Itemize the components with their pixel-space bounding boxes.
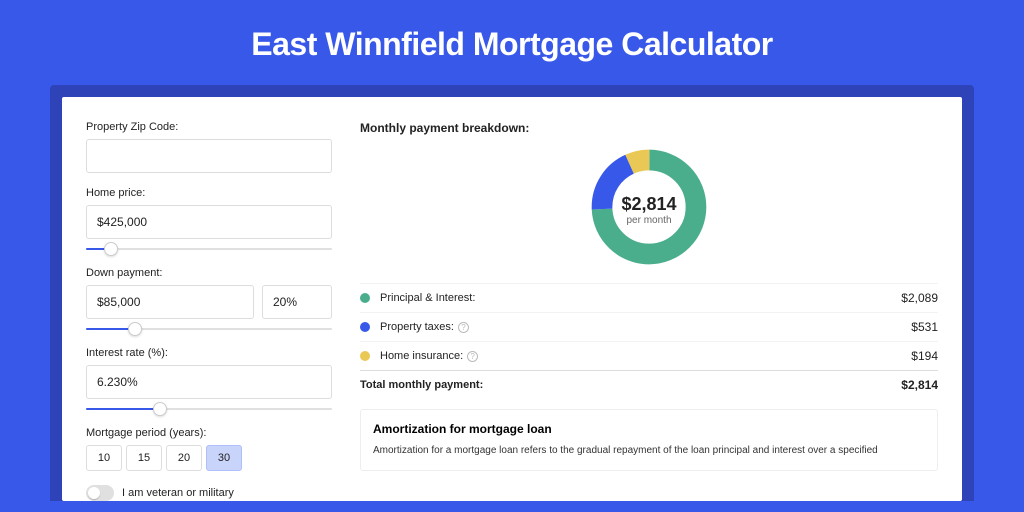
row-total-value: $2,814 xyxy=(901,378,938,392)
period-field: Mortgage period (years): 10 15 20 30 xyxy=(86,427,332,471)
dot-icon xyxy=(360,322,370,332)
amortization-title: Amortization for mortgage loan xyxy=(373,422,925,436)
veteran-label: I am veteran or military xyxy=(122,487,234,499)
zip-field: Property Zip Code: xyxy=(86,121,332,173)
row-insurance: Home insurance: ? $194 xyxy=(360,341,938,370)
row-total: Total monthly payment: $2,814 xyxy=(360,370,938,399)
zip-label: Property Zip Code: xyxy=(86,121,332,133)
interest-label: Interest rate (%): xyxy=(86,347,332,359)
veteran-toggle[interactable] xyxy=(86,485,114,501)
row-taxes: Property taxes: ? $531 xyxy=(360,312,938,341)
period-30[interactable]: 30 xyxy=(206,445,242,471)
period-10[interactable]: 10 xyxy=(86,445,122,471)
interest-field: Interest rate (%): xyxy=(86,347,332,399)
donut-value: $2,814 xyxy=(621,194,676,215)
amortization-box: Amortization for mortgage loan Amortizat… xyxy=(360,409,938,471)
home-price-input[interactable] xyxy=(86,205,332,239)
interest-slider[interactable] xyxy=(86,401,332,417)
dot-icon xyxy=(360,351,370,361)
row-principal-value: $2,089 xyxy=(901,291,938,305)
breakdown-title: Monthly payment breakdown: xyxy=(360,121,938,135)
calculator-card: Property Zip Code: Home price: Down paym… xyxy=(62,97,962,501)
amortization-desc: Amortization for a mortgage loan refers … xyxy=(373,444,925,458)
period-label: Mortgage period (years): xyxy=(86,427,332,439)
breakdown-panel: Monthly payment breakdown: $2,814 per mo… xyxy=(342,97,962,501)
row-principal: Principal & Interest: $2,089 xyxy=(360,283,938,312)
info-icon[interactable]: ? xyxy=(467,351,478,362)
down-payment-slider[interactable] xyxy=(86,321,332,337)
home-price-label: Home price: xyxy=(86,187,332,199)
row-insurance-value: $194 xyxy=(911,349,938,363)
form-panel: Property Zip Code: Home price: Down paym… xyxy=(62,97,342,501)
info-icon[interactable]: ? xyxy=(458,322,469,333)
down-payment-field: Down payment: xyxy=(86,267,332,319)
donut-center: $2,814 per month xyxy=(621,194,676,226)
card-frame: Property Zip Code: Home price: Down paym… xyxy=(50,85,974,501)
dot-icon xyxy=(360,293,370,303)
period-20[interactable]: 20 xyxy=(166,445,202,471)
veteran-row: I am veteran or military xyxy=(86,485,332,501)
interest-input[interactable] xyxy=(86,365,332,399)
row-principal-label: Principal & Interest: xyxy=(380,292,901,304)
home-price-slider[interactable] xyxy=(86,241,332,257)
down-payment-label: Down payment: xyxy=(86,267,332,279)
donut-label: per month xyxy=(621,215,676,226)
row-total-label: Total monthly payment: xyxy=(360,379,901,391)
row-insurance-label: Home insurance: ? xyxy=(380,350,911,362)
down-payment-input[interactable] xyxy=(86,285,254,319)
down-payment-pct-input[interactable] xyxy=(262,285,332,319)
row-taxes-label: Property taxes: ? xyxy=(380,321,911,333)
row-taxes-value: $531 xyxy=(911,320,938,334)
page-title: East Winnfield Mortgage Calculator xyxy=(50,0,974,85)
zip-input[interactable] xyxy=(86,139,332,173)
home-price-field: Home price: xyxy=(86,187,332,239)
period-buttons: 10 15 20 30 xyxy=(86,445,332,471)
donut-chart: $2,814 per month xyxy=(360,145,938,275)
period-15[interactable]: 15 xyxy=(126,445,162,471)
